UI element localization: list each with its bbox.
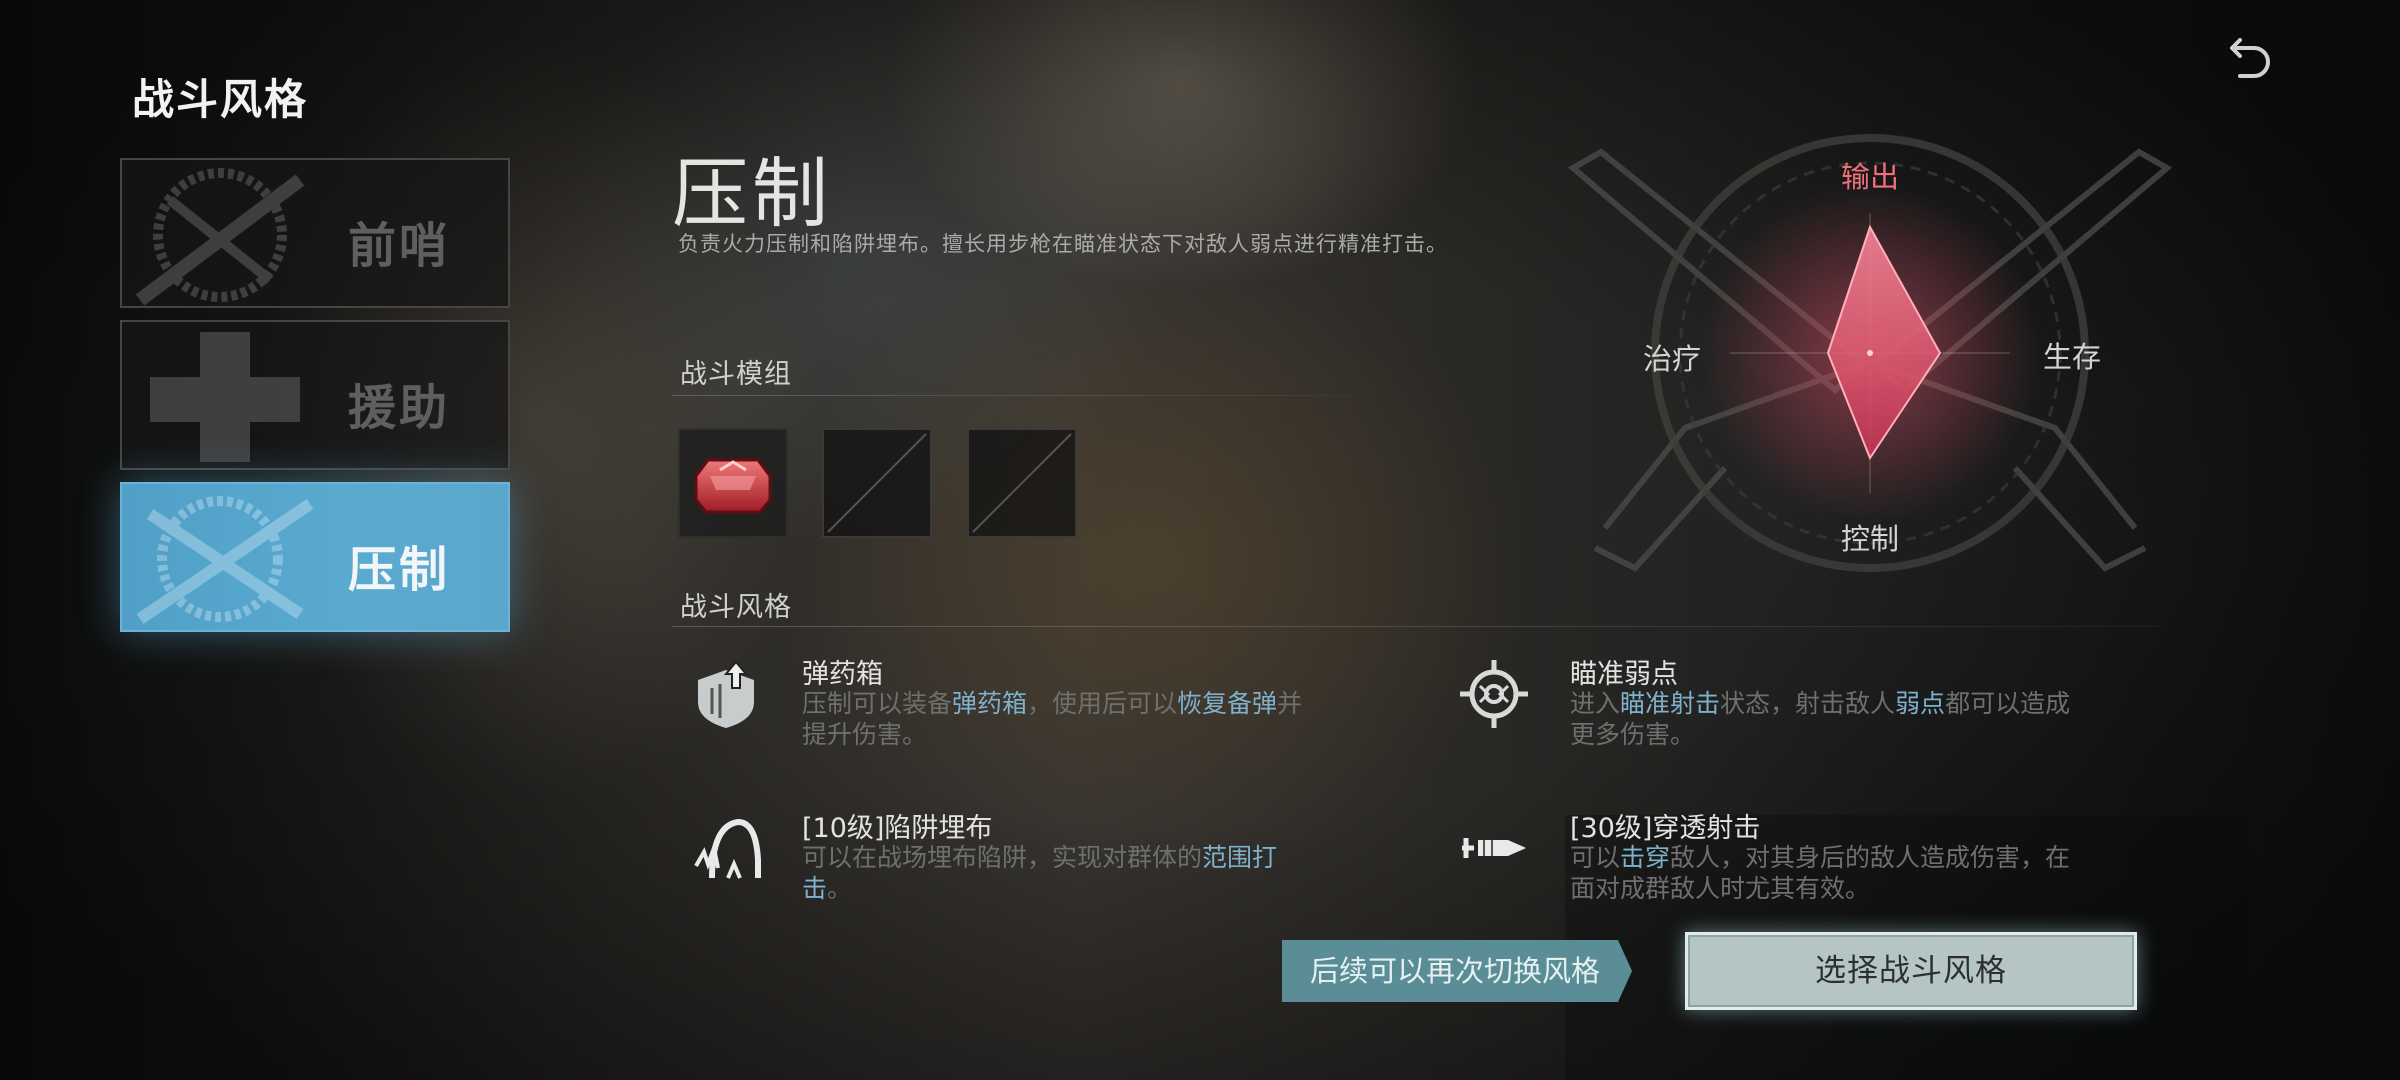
style-item-outpost[interactable]: 前哨 — [120, 158, 510, 308]
divider — [672, 395, 1352, 396]
switch-hint-tag: 后续可以再次切换风格 — [1282, 940, 1632, 1002]
style-item-label: 前哨 — [347, 218, 450, 274]
trap-icon — [694, 818, 761, 879]
undo-arrow-icon — [2230, 38, 2270, 78]
support-emblem-icon — [150, 332, 300, 462]
description-text: 压制可以装备 — [802, 689, 953, 718]
feature-description: 可以击穿敌人，对其身后的敌人造成伤害，在面对成群敌人时尤其有效。 — [1570, 842, 2090, 904]
features-heading: 战斗风格 — [680, 592, 792, 623]
feature-description: 可以在战场埋布陷阱，实现对群体的范围打击。 — [802, 842, 1322, 904]
role-radar-chart: 输出 治疗 生存 控制 — [1565, 128, 2175, 598]
empty-slot-icon — [972, 433, 1072, 533]
highlight-text: 弹药箱 — [952, 689, 1028, 718]
crosshair-icon — [1460, 660, 1528, 728]
feature-title: [10级]陷阱埋布 — [802, 813, 993, 844]
suppress-emblem-icon — [136, 496, 314, 624]
selected-style-description: 负责火力压制和陷阱埋布。擅长用步枪在瞄准状态下对敌人弱点进行精准打击。 — [678, 232, 1448, 256]
red-gem-module-icon — [694, 458, 772, 514]
selected-style-name: 压制 — [672, 149, 832, 238]
style-item-label: 援助 — [347, 380, 450, 436]
highlight-text: 击穿 — [1620, 843, 1671, 872]
back-button[interactable] — [2220, 34, 2280, 90]
description-text: 。 — [827, 874, 853, 903]
divider — [672, 626, 2162, 627]
description-text: 可以在战场埋布陷阱，实现对群体的 — [802, 843, 1203, 872]
radar-label-survive: 生存 — [2043, 340, 2102, 374]
description-text: 进入 — [1570, 689, 1621, 718]
piercing-bullet-icon — [1462, 838, 1526, 858]
radar-label-control: 控制 — [1841, 522, 1900, 556]
description-text: 可以 — [1570, 843, 1621, 872]
feature-description: 进入瞄准射击状态，射击敌人弱点都可以造成更多伤害。 — [1570, 688, 2090, 750]
page-title: 战斗风格 — [132, 75, 309, 124]
module-slot-3[interactable] — [967, 428, 1077, 538]
description-text: 状态，射击敌人 — [1720, 689, 1896, 718]
module-slot-1[interactable] — [678, 428, 788, 538]
style-item-label: 压制 — [347, 542, 450, 598]
select-style-button[interactable]: 选择战斗风格 — [1685, 932, 2137, 1010]
feature-title: [30级]穿透射击 — [1570, 813, 1761, 844]
feature-title: 弹药箱 — [802, 659, 883, 690]
style-item-support[interactable]: 援助 — [120, 320, 510, 470]
ammo-box-icon — [698, 660, 754, 728]
modules-heading: 战斗模组 — [680, 359, 792, 390]
radar-label-output: 输出 — [1841, 160, 1900, 194]
style-item-suppress[interactable]: 压制 — [120, 482, 510, 632]
highlight-text: 恢复备弹 — [1177, 689, 1278, 718]
feature-title: 瞄准弱点 — [1570, 659, 1678, 690]
feature-description: 压制可以装备弹药箱，使用后可以恢复备弹并提升伤害。 — [802, 688, 1322, 750]
description-text: ，使用后可以 — [1027, 689, 1178, 718]
empty-slot-icon — [827, 433, 927, 533]
module-slot-2[interactable] — [822, 428, 932, 538]
radar-label-heal: 治疗 — [1643, 342, 1702, 376]
style-list: 前哨 援助 压制 — [120, 158, 510, 644]
highlight-text: 瞄准射击 — [1620, 689, 1721, 718]
highlight-text: 弱点 — [1895, 689, 1946, 718]
outpost-emblem-icon — [135, 168, 305, 306]
